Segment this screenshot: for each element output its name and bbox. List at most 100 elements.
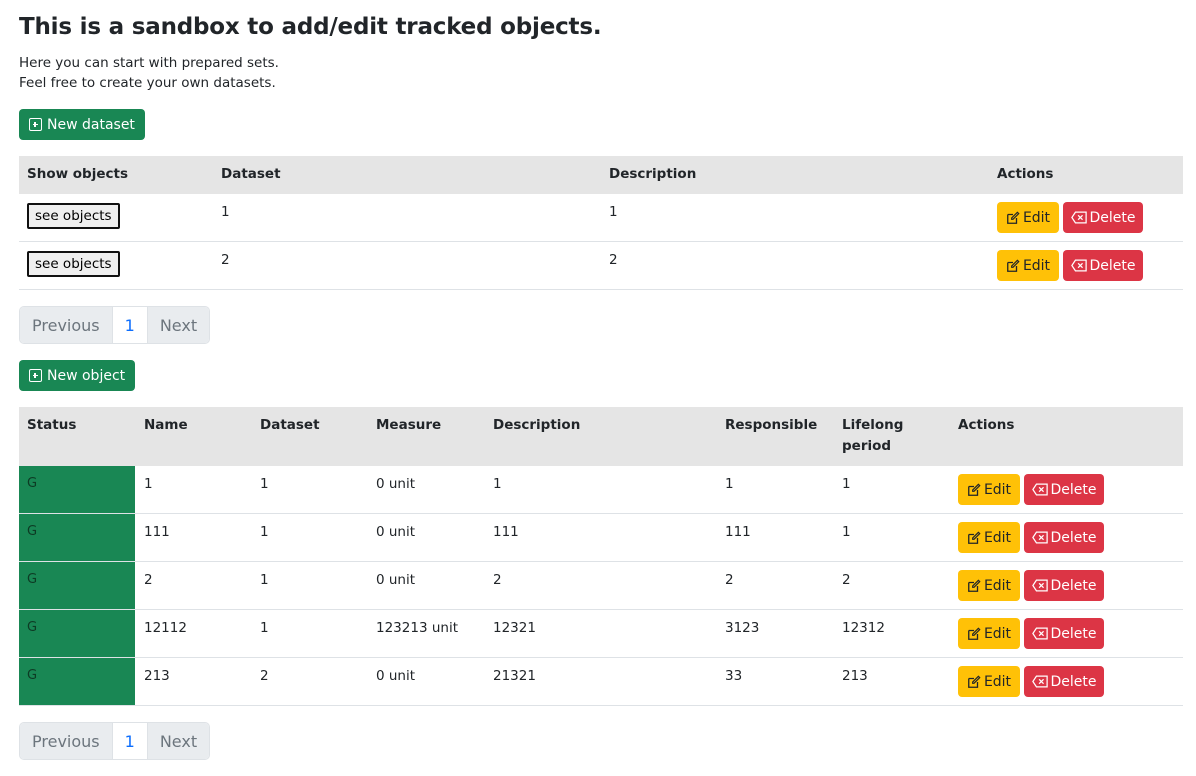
pagination-previous[interactable]: Previous <box>20 307 112 343</box>
lifelong-period-cell: 1 <box>842 476 851 492</box>
page-title: This is a sandbox to add/edit tracked ob… <box>19 14 602 40</box>
table-row: G 12112 1 123213 unit 12321 3123 12312 Edit Dele… <box>19 610 1183 658</box>
delete-button[interactable]: Delete <box>1024 666 1104 697</box>
lifelong-period-cell: 2 <box>842 572 851 588</box>
edit-label: Edit <box>983 577 1012 594</box>
header-name: Name <box>144 417 188 433</box>
header-lifelong-line-2: period <box>842 438 892 454</box>
new-dataset-label: New dataset <box>47 116 135 133</box>
edit-button[interactable]: Edit <box>958 522 1020 553</box>
header-responsible: Responsible <box>725 417 818 433</box>
pencil-square-icon <box>968 674 981 688</box>
name-cell: 213 <box>144 668 170 684</box>
header-lifelong-line-1: Lifelong <box>842 417 904 433</box>
header-actions: Actions <box>958 417 1015 433</box>
lifelong-period-cell: 1 <box>842 524 851 540</box>
table-row: G 111 1 0 unit 111 111 1 Edit Delete <box>19 514 1183 562</box>
description-cell: 2 <box>609 252 618 268</box>
edit-button[interactable]: Edit <box>958 618 1020 649</box>
edit-label: Edit <box>983 625 1012 642</box>
edit-button[interactable]: Edit <box>958 570 1020 601</box>
delete-label: Delete <box>1050 481 1097 498</box>
see-objects-button[interactable]: see objects <box>27 251 120 277</box>
new-object-button[interactable]: New object <box>19 360 136 391</box>
description-cell: 2 <box>493 572 502 588</box>
pencil-square-icon <box>1007 210 1020 224</box>
delete-label: Delete <box>1089 209 1136 226</box>
datasets-table-header: Show objects Dataset Description Actions <box>19 156 1183 194</box>
edit-label: Edit <box>983 529 1012 546</box>
header-show-objects: Show objects <box>27 166 128 182</box>
edit-label: Edit <box>1022 209 1051 226</box>
edit-button[interactable]: Edit <box>958 666 1020 697</box>
intro-text: Here you can start with prepared sets. F… <box>19 53 279 93</box>
description-cell: 21321 <box>493 668 536 684</box>
lifelong-period-cell: 12312 <box>842 620 885 636</box>
responsible-cell: 3123 <box>725 620 760 636</box>
edit-button[interactable]: Edit <box>997 250 1059 281</box>
datasets-table: Show objects Dataset Description Actions… <box>19 156 1183 290</box>
delete-button[interactable]: Delete <box>1024 474 1104 505</box>
dataset-cell: 2 <box>221 252 230 268</box>
description-cell: 1 <box>493 476 502 492</box>
dataset-cell: 1 <box>221 204 230 220</box>
measure-cell: 0 unit <box>376 668 416 684</box>
description-cell: 111 <box>493 524 519 540</box>
pagination-page-1[interactable]: 1 <box>111 307 148 343</box>
status-cell: G <box>19 466 135 513</box>
table-row: G110 unit 1 1 1 Edit Delete <box>19 466 1183 514</box>
dataset-cell: 1 <box>260 620 269 636</box>
table-row: G210 unit 2 2 2 Edit Delete <box>19 562 1183 610</box>
objects-pagination: Previous 1 Next <box>19 722 211 760</box>
delete-button[interactable]: Delete <box>1024 618 1104 649</box>
table-row: see objects 1 1 Edit Delete <box>19 194 1183 242</box>
new-object-label: New object <box>47 367 126 384</box>
name-cell: 12112 <box>144 620 187 636</box>
delete-label: Delete <box>1050 577 1097 594</box>
pagination-page-1[interactable]: 1 <box>111 723 148 759</box>
pencil-square-icon <box>968 530 981 544</box>
backspace-icon <box>1031 579 1048 592</box>
objects-table: Status Name Dataset Measure Description … <box>19 407 1183 706</box>
intro-line-2: Feel free to create your own datasets. <box>19 75 276 91</box>
dataset-cell: 1 <box>260 524 269 540</box>
pagination-previous[interactable]: Previous <box>20 723 112 759</box>
intro-line-1: Here you can start with prepared sets. <box>19 55 279 71</box>
responsible-cell: 33 <box>725 668 743 684</box>
table-row: G 213 2 0 unit 21321 33 213 Edit Delete <box>19 658 1183 706</box>
status-cell: G <box>19 658 135 705</box>
edit-button[interactable]: Edit <box>958 474 1020 505</box>
backspace-icon <box>1070 259 1087 272</box>
see-objects-button[interactable]: see objects <box>27 203 120 229</box>
description-cell: 12321 <box>493 620 536 636</box>
delete-button[interactable]: Delete <box>1024 522 1104 553</box>
edit-button[interactable]: Edit <box>997 202 1059 233</box>
dataset-cell: 2 <box>260 668 269 684</box>
responsible-cell: 111 <box>725 524 751 540</box>
edit-label: Edit <box>983 481 1012 498</box>
delete-label: Delete <box>1089 257 1136 274</box>
status-cell: G <box>19 514 135 561</box>
pencil-square-icon <box>968 626 981 640</box>
backspace-icon <box>1031 483 1048 496</box>
delete-button[interactable]: Delete <box>1024 570 1104 601</box>
measure-cell: 0 unit <box>376 476 416 492</box>
plus-square-icon <box>29 369 42 382</box>
delete-label: Delete <box>1050 625 1097 642</box>
pagination-next[interactable]: Next <box>147 723 210 759</box>
delete-button[interactable]: Delete <box>1063 202 1143 233</box>
measure-cell: 0 unit <box>376 572 416 588</box>
delete-button[interactable]: Delete <box>1063 250 1143 281</box>
objects-table-header: Status Name Dataset Measure Description … <box>19 407 1183 466</box>
measure-cell: 123213 unit <box>376 620 458 636</box>
pencil-square-icon <box>968 482 981 496</box>
pagination-next[interactable]: Next <box>147 307 210 343</box>
status-cell: G <box>19 562 135 609</box>
delete-label: Delete <box>1050 529 1097 546</box>
name-cell: 1 <box>144 476 153 492</box>
delete-label: Delete <box>1050 673 1097 690</box>
name-cell: 111 <box>144 524 170 540</box>
edit-label: Edit <box>983 673 1012 690</box>
new-dataset-button[interactable]: New dataset <box>19 109 145 140</box>
pencil-square-icon <box>1007 258 1020 272</box>
